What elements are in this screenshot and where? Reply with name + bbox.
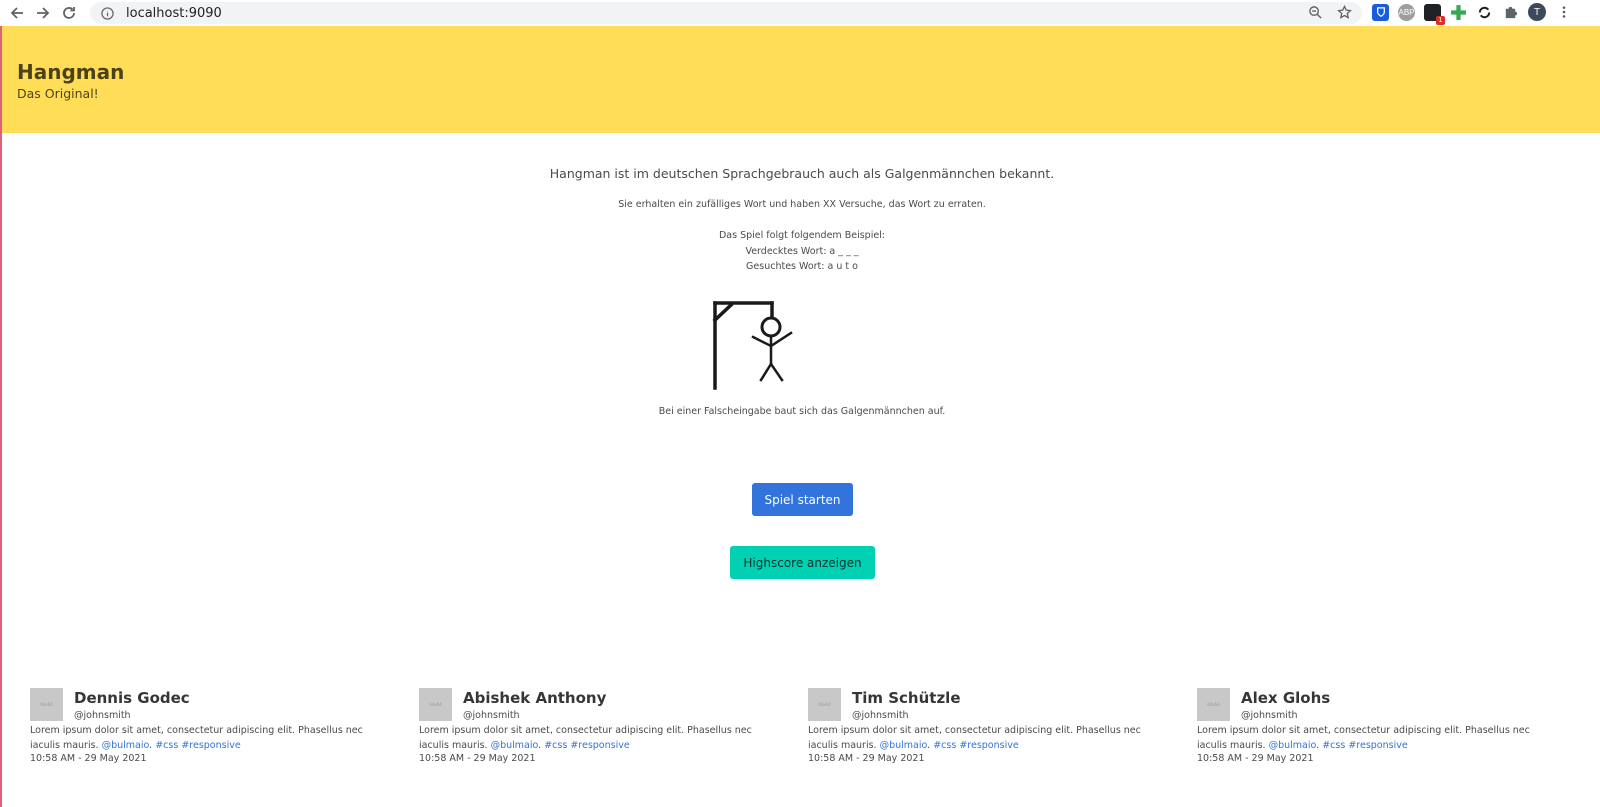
mention-link[interactable]: @bulmaio xyxy=(880,740,928,751)
plus-icon[interactable] xyxy=(1450,4,1467,21)
card-handle: @johnsmith xyxy=(74,710,131,721)
notification-icon[interactable]: 1 xyxy=(1424,3,1445,25)
card-timestamp: 10:58 AM - 29 May 2021 xyxy=(1197,753,1314,764)
card-timestamp: 10:58 AM - 29 May 2021 xyxy=(419,753,536,764)
example-solution-word: Gesuchtes Wort: a u t o xyxy=(746,261,858,272)
card-handle: @johnsmith xyxy=(463,710,520,721)
card-name: Tim Schützle xyxy=(852,689,961,707)
adblock-icon[interactable]: ABP xyxy=(1398,3,1415,21)
example-block: Das Spiel folgt folgendem Beispiel: Verd… xyxy=(2,228,1600,275)
forward-icon[interactable] xyxy=(30,0,56,26)
reload-icon[interactable] xyxy=(56,0,82,26)
address-bar[interactable]: localhost:9090 xyxy=(90,2,1362,24)
mention-link[interactable]: @bulmaio xyxy=(1269,740,1317,751)
card-handle: @johnsmith xyxy=(852,710,909,721)
info-icon[interactable] xyxy=(100,6,114,20)
notification-badge: 1 xyxy=(1436,15,1445,25)
url-text: localhost:9090 xyxy=(126,5,222,21)
sync-icon[interactable] xyxy=(1476,4,1493,21)
page-content: Hangman Das Original! Hangman ist im deu… xyxy=(0,26,1600,807)
card-timestamp: 10:58 AM - 29 May 2021 xyxy=(808,753,925,764)
card-text: Lorem ipsum dolor sit amet, consectetur … xyxy=(30,725,363,751)
back-icon[interactable] xyxy=(4,0,30,26)
card-text: Lorem ipsum dolor sit amet, consectetur … xyxy=(419,725,752,751)
mention-link[interactable]: @bulmaio xyxy=(491,740,539,751)
card-handle: @johnsmith xyxy=(1241,710,1298,721)
card-text: Lorem ipsum dolor sit amet, consectetur … xyxy=(808,725,1141,751)
bookmark-star-icon[interactable] xyxy=(1337,4,1352,25)
drawing-caption: Bei einer Falscheingabe baut sich das Ga… xyxy=(658,406,946,417)
page-title: Hangman xyxy=(17,60,125,84)
example-hidden-word: Verdecktes Wort: a _ _ _ xyxy=(745,245,859,257)
card-text: Lorem ipsum dolor sit amet, consectetur … xyxy=(1197,725,1530,751)
menu-icon[interactable] xyxy=(1555,4,1572,21)
card-timestamp: 10:58 AM - 29 May 2021 xyxy=(30,753,147,764)
hashtag-links[interactable]: #css #responsive xyxy=(155,740,240,751)
hashtag-links[interactable]: #css #responsive xyxy=(933,740,1018,751)
page-subtitle: Das Original! xyxy=(17,86,99,101)
mention-link[interactable]: @bulmaio xyxy=(102,740,150,751)
start-game-button[interactable]: Spiel starten xyxy=(752,483,853,516)
hero-banner: Hangman Das Original! xyxy=(2,26,1600,133)
bitwarden-icon[interactable] xyxy=(1372,3,1389,21)
extensions-bar: ABP 1 T xyxy=(1372,3,1572,25)
example-heading: Das Spiel folgt folgendem Beispiel: xyxy=(718,230,886,241)
hashtag-links[interactable]: #css #responsive xyxy=(544,740,629,751)
card-name: Abishek Anthony xyxy=(463,689,607,707)
avatar: 64x64 xyxy=(30,688,63,721)
rule-text: Sie erhalten ein zufälliges Wort und hab… xyxy=(618,199,986,210)
zoom-icon[interactable] xyxy=(1308,5,1323,25)
show-highscore-button[interactable]: Highscore anzeigen xyxy=(730,546,875,579)
profile-avatar[interactable]: T xyxy=(1528,3,1546,21)
hangman-drawing xyxy=(712,301,793,390)
intro-text: Hangman ist im deutschen Sprachgebrauch … xyxy=(549,166,1055,181)
avatar: 64x64 xyxy=(1197,688,1230,721)
avatar: 64x64 xyxy=(808,688,841,721)
avatar: 64x64 xyxy=(419,688,452,721)
puzzle-icon[interactable] xyxy=(1502,4,1519,21)
card-name: Dennis Godec xyxy=(74,689,190,707)
browser-toolbar: localhost:9090 ABP 1 T xyxy=(0,0,1600,26)
card-name: Alex Glohs xyxy=(1241,689,1331,707)
hashtag-links[interactable]: #css #responsive xyxy=(1322,740,1407,751)
